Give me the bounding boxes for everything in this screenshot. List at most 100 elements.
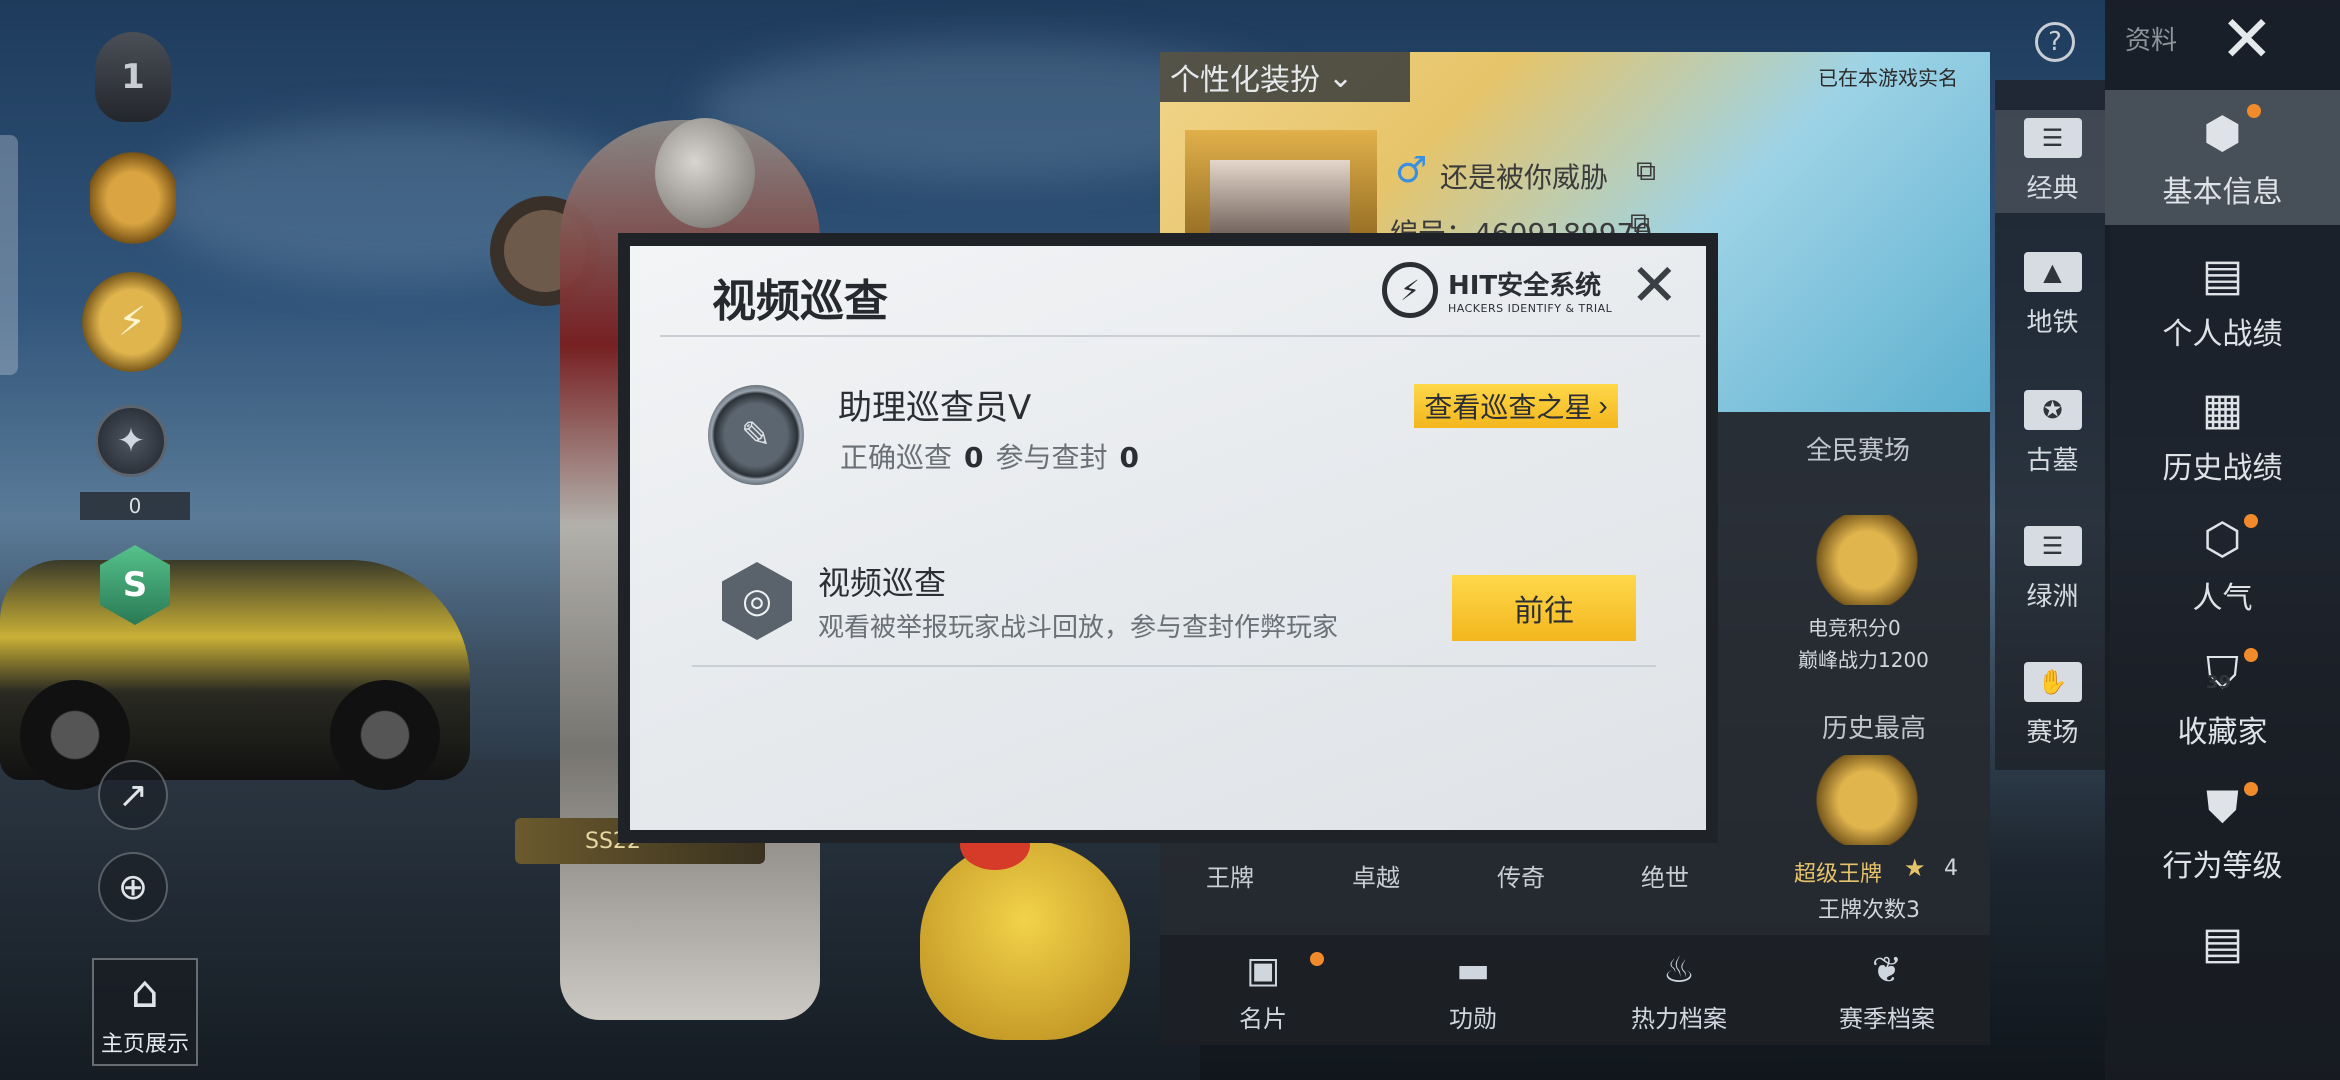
arena-icon: ✋ [2023, 662, 2082, 702]
chevron-right-icon: › [1598, 390, 1608, 421]
real-name-note: 已在本游戏实名 [1818, 66, 1958, 90]
tab-label: 功勋 [1449, 1005, 1497, 1033]
video-patrol-dialog [630, 246, 1706, 830]
document-icon: ▦ [2201, 384, 2244, 435]
divider [660, 335, 1700, 337]
menu-collector[interactable]: ⛉ 收藏家 [2105, 648, 2340, 751]
tab-classic[interactable]: ☰ 经典 [1995, 110, 2110, 213]
tab-label: 古墓 [2026, 446, 2079, 476]
patrol-rank-name: 助理巡查员V [838, 388, 1032, 428]
mode-title: 全民赛场 [1806, 436, 1911, 466]
menu-history-record[interactable]: ▦ 历史战绩 [2105, 384, 2340, 487]
person-badge-icon: ⬢ [2203, 108, 2242, 159]
notification-dot [2244, 648, 2258, 662]
notification-dot [2244, 514, 2258, 528]
patrol-stats: 正确巡查 0 参与查封 0 [840, 436, 1139, 476]
history-best-title: 历史最高 [1822, 714, 1927, 744]
hit-logo: ⚡ HIT安全系统 HACKERS IDENTIFY & TRIAL [1382, 262, 1612, 318]
left-edge-tab[interactable] [0, 135, 18, 375]
copy-icon[interactable]: ⧉ [1636, 154, 1656, 188]
close-icon[interactable]: ✕ [1630, 256, 1679, 314]
share-icon[interactable]: ↗ [98, 760, 168, 830]
tab-season-archive[interactable]: ❦ 赛季档案 [1812, 950, 1962, 1034]
tab-label: 赛季档案 [1839, 1005, 1935, 1033]
customize-label: 个性化装扮 [1170, 63, 1320, 98]
menu-basic-info[interactable]: ⬢ 基本信息 [2105, 90, 2340, 225]
home-display-label: 主页展示 [100, 1032, 189, 1057]
shield-icon: ⛊ [2206, 782, 2239, 833]
menu-label: 基本信息 [2162, 175, 2283, 210]
mountain-icon: ▲ [2023, 252, 2082, 292]
chicken-mascot [920, 840, 1130, 1040]
medal-icon: ▬ [1455, 950, 1490, 991]
character-helmet [655, 118, 755, 228]
hit-brand: HIT安全系统 [1448, 271, 1602, 301]
chevron-down-icon: ⌄ [1328, 59, 1354, 95]
peak-power: 巅峰战力1200 [1798, 648, 1929, 672]
flame-badge[interactable] [90, 150, 176, 246]
view-patrol-star-button[interactable]: 查看巡查之星 › [1414, 384, 1618, 428]
video-patrol-description: 观看被举报玩家战斗回放，参与查封作弊玩家 [818, 613, 1339, 643]
ban-value: 0 [1119, 441, 1139, 474]
lightning-icon: ⚡ [1382, 262, 1438, 318]
menu-label: 历史战绩 [2162, 451, 2283, 486]
patrol-badge-icon: ✎ [708, 385, 804, 485]
wings-icon: ❦ [1871, 950, 1903, 991]
rank-legend: 传奇 [1497, 864, 1545, 892]
chart-icon: ▤ [2201, 250, 2244, 301]
menu-label: 收藏家 [2177, 715, 2268, 750]
collector-level: 39 [2206, 672, 2232, 693]
rank-peerless: 绝世 [1641, 864, 1689, 892]
tab-label: 热力档案 [1631, 1005, 1727, 1033]
menu-label: 行为等级 [2162, 849, 2283, 884]
star-icon: ★ [1904, 854, 1926, 882]
tab-metro[interactable]: ▲ 地铁 [1995, 252, 2110, 339]
menu-label: 个人战绩 [2162, 317, 2283, 352]
rank-excellent: 卓越 [1352, 864, 1400, 892]
tab-label: 名片 [1239, 1005, 1287, 1033]
tab-label: 赛场 [2026, 718, 2079, 748]
correct-value: 0 [964, 441, 984, 474]
ace-times: 王牌次数3 [1818, 898, 1920, 923]
video-patrol-title: 视频巡查 [818, 564, 947, 602]
tomb-icon: ✪ [2023, 390, 2082, 430]
correct-label: 正确巡查 [840, 441, 953, 474]
menu-label: 人气 [2192, 581, 2253, 616]
menu-behavior-level[interactable]: ⛊ 行为等级 [2105, 782, 2340, 885]
oasis-icon: ☰ [2023, 526, 2082, 566]
tab-oasis[interactable]: ☰ 绿洲 [1995, 526, 2110, 613]
close-icon[interactable]: ✕ [2220, 8, 2274, 72]
card-icon: ▣ [1245, 950, 1280, 991]
go-button[interactable]: 前往 [1452, 575, 1636, 641]
tab-merit[interactable]: ▬ 功勋 [1398, 950, 1548, 1034]
tab-tomb[interactable]: ✪ 古墓 [1995, 390, 2110, 477]
super-ace-label: 超级王牌 [1794, 862, 1883, 887]
button-label: 查看巡查之星 [1424, 392, 1593, 423]
rank-emblem [1812, 515, 1922, 605]
tab-label: 经典 [2026, 174, 2079, 204]
super-ace-emblem [1812, 755, 1922, 845]
customize-dropdown[interactable]: 个性化装扮 ⌄ [1160, 52, 1410, 102]
tab-arena[interactable]: ✋ 赛场 [1995, 662, 2110, 749]
hit-subtitle: HACKERS IDENTIFY & TRIAL [1448, 302, 1613, 315]
menu-popularity[interactable]: ⬡ 人气 [2105, 514, 2340, 617]
dialog-title: 视频巡查 [712, 276, 888, 327]
home-display-button[interactable]: ⌂ 主页展示 [92, 958, 198, 1066]
super-ace-stars: 4 [1944, 856, 1958, 881]
lightning-badge[interactable]: ⚡ [82, 272, 182, 372]
rank-level-badge[interactable]: 1 [95, 32, 171, 122]
tab-label: 地铁 [2026, 308, 2079, 338]
menu-personal-record[interactable]: ▤ 个人战绩 [2105, 250, 2340, 353]
zoom-in-icon[interactable]: ⊕ [98, 852, 168, 922]
hexagon-icon: ⬡ [2203, 514, 2242, 565]
gun-badge[interactable]: ✦ [95, 405, 167, 477]
help-icon[interactable]: ? [2035, 22, 2075, 62]
menu-more[interactable]: ▤ [2105, 918, 2340, 969]
notes-icon: ▤ [2201, 918, 2244, 969]
tab-heat-archive[interactable]: ♨ 热力档案 [1604, 950, 1754, 1034]
id-card-icon: ☰ [2023, 118, 2082, 158]
ban-label: 参与查封 [995, 441, 1108, 474]
esports-points: 电竞积分0 [1808, 616, 1901, 640]
nickname: 还是被你威胁 [1440, 161, 1609, 194]
car-wheel [330, 680, 440, 790]
